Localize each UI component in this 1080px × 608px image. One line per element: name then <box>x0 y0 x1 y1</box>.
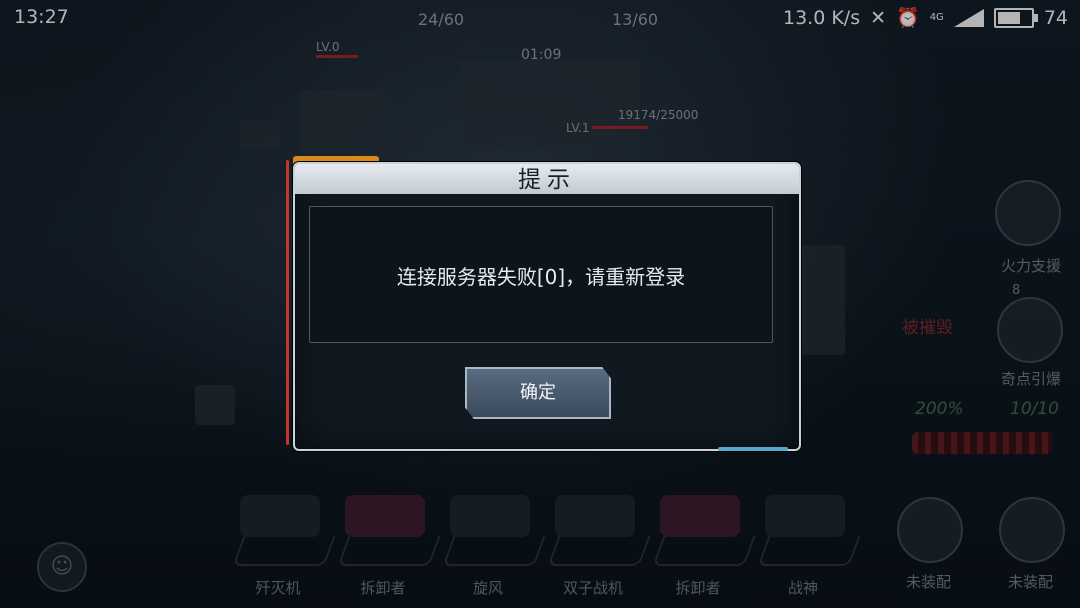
dialog-accent-red <box>286 160 289 445</box>
dialog-message: 连接服务器失败[0]，请重新登录 <box>396 265 686 289</box>
alert-dialog: 提示 连接服务器失败[0]，请重新登录 确定 <box>293 162 801 451</box>
dialog-message-box: 连接服务器失败[0]，请重新登录 <box>309 206 773 343</box>
dialog-title: 提示 <box>295 164 799 194</box>
dialog-accent-blue <box>718 447 788 451</box>
confirm-button[interactable]: 确定 <box>465 367 611 419</box>
